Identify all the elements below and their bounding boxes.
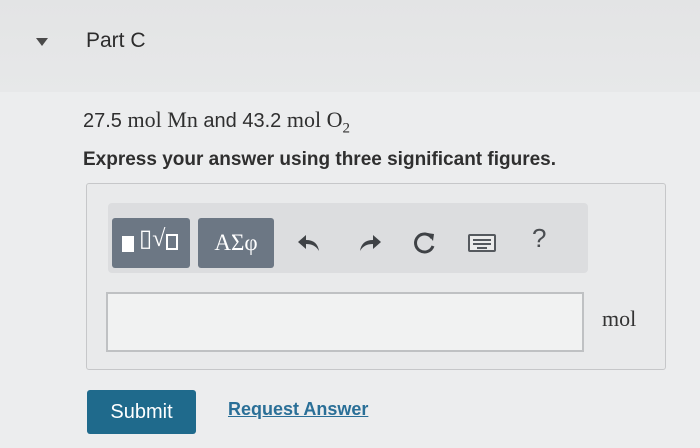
question-text: 27.5 mol Mn and 43.2 mol O2 [83, 107, 350, 137]
reset-icon[interactable] [410, 228, 440, 258]
request-answer-link[interactable]: Request Answer [228, 399, 368, 420]
submit-button[interactable]: Submit [87, 390, 196, 434]
part-title: Part C [86, 29, 146, 52]
keyboard-icon[interactable] [468, 234, 496, 252]
help-icon[interactable]: ? [532, 223, 546, 254]
redo-icon[interactable] [355, 228, 385, 258]
greek-symbols-button[interactable]: ΑΣφ [198, 218, 274, 268]
amount-2: 43.2 [242, 110, 282, 132]
connector-word: and [203, 110, 237, 132]
collapse-caret-icon[interactable] [36, 38, 48, 46]
instruction-text: Express your answer using three signific… [83, 149, 557, 170]
element-2: O2 [326, 107, 351, 137]
templates-button[interactable]: ▯√ [112, 218, 190, 268]
unit-1: mol [127, 107, 162, 132]
amount-1: 27.5 [83, 110, 122, 132]
element-2-subscript: 2 [342, 120, 351, 137]
answer-input[interactable] [106, 292, 584, 352]
templates-icon: ▯√ [139, 226, 166, 252]
undo-icon[interactable] [294, 228, 324, 258]
element-1: Mn [167, 107, 198, 132]
unit-2: mol [286, 107, 322, 132]
answer-unit: mol [602, 306, 637, 331]
templates-box-icon [166, 234, 178, 250]
templates-square-icon [122, 236, 134, 252]
